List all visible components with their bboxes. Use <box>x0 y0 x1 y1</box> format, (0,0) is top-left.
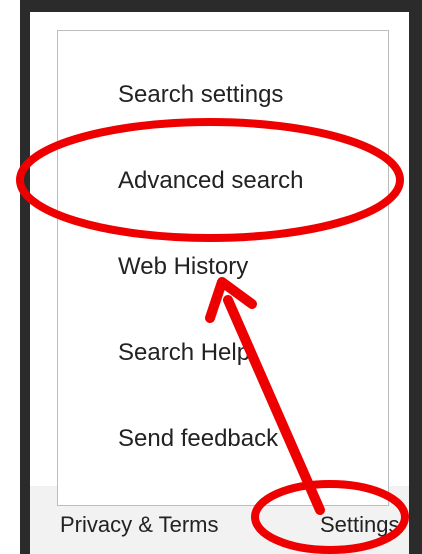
menu-item-send-feedback[interactable]: Send feedback <box>118 425 278 453</box>
settings-dropdown-menu: Search settings Advanced search Web Hist… <box>57 30 389 506</box>
menu-item-advanced-search[interactable]: Advanced search <box>118 167 303 195</box>
settings-link[interactable]: Settings <box>320 512 400 538</box>
menu-item-web-history[interactable]: Web History <box>118 253 248 281</box>
privacy-terms-link[interactable]: Privacy & Terms <box>60 512 219 538</box>
menu-item-search-settings[interactable]: Search settings <box>118 81 283 109</box>
menu-item-search-help[interactable]: Search Help <box>118 339 250 367</box>
